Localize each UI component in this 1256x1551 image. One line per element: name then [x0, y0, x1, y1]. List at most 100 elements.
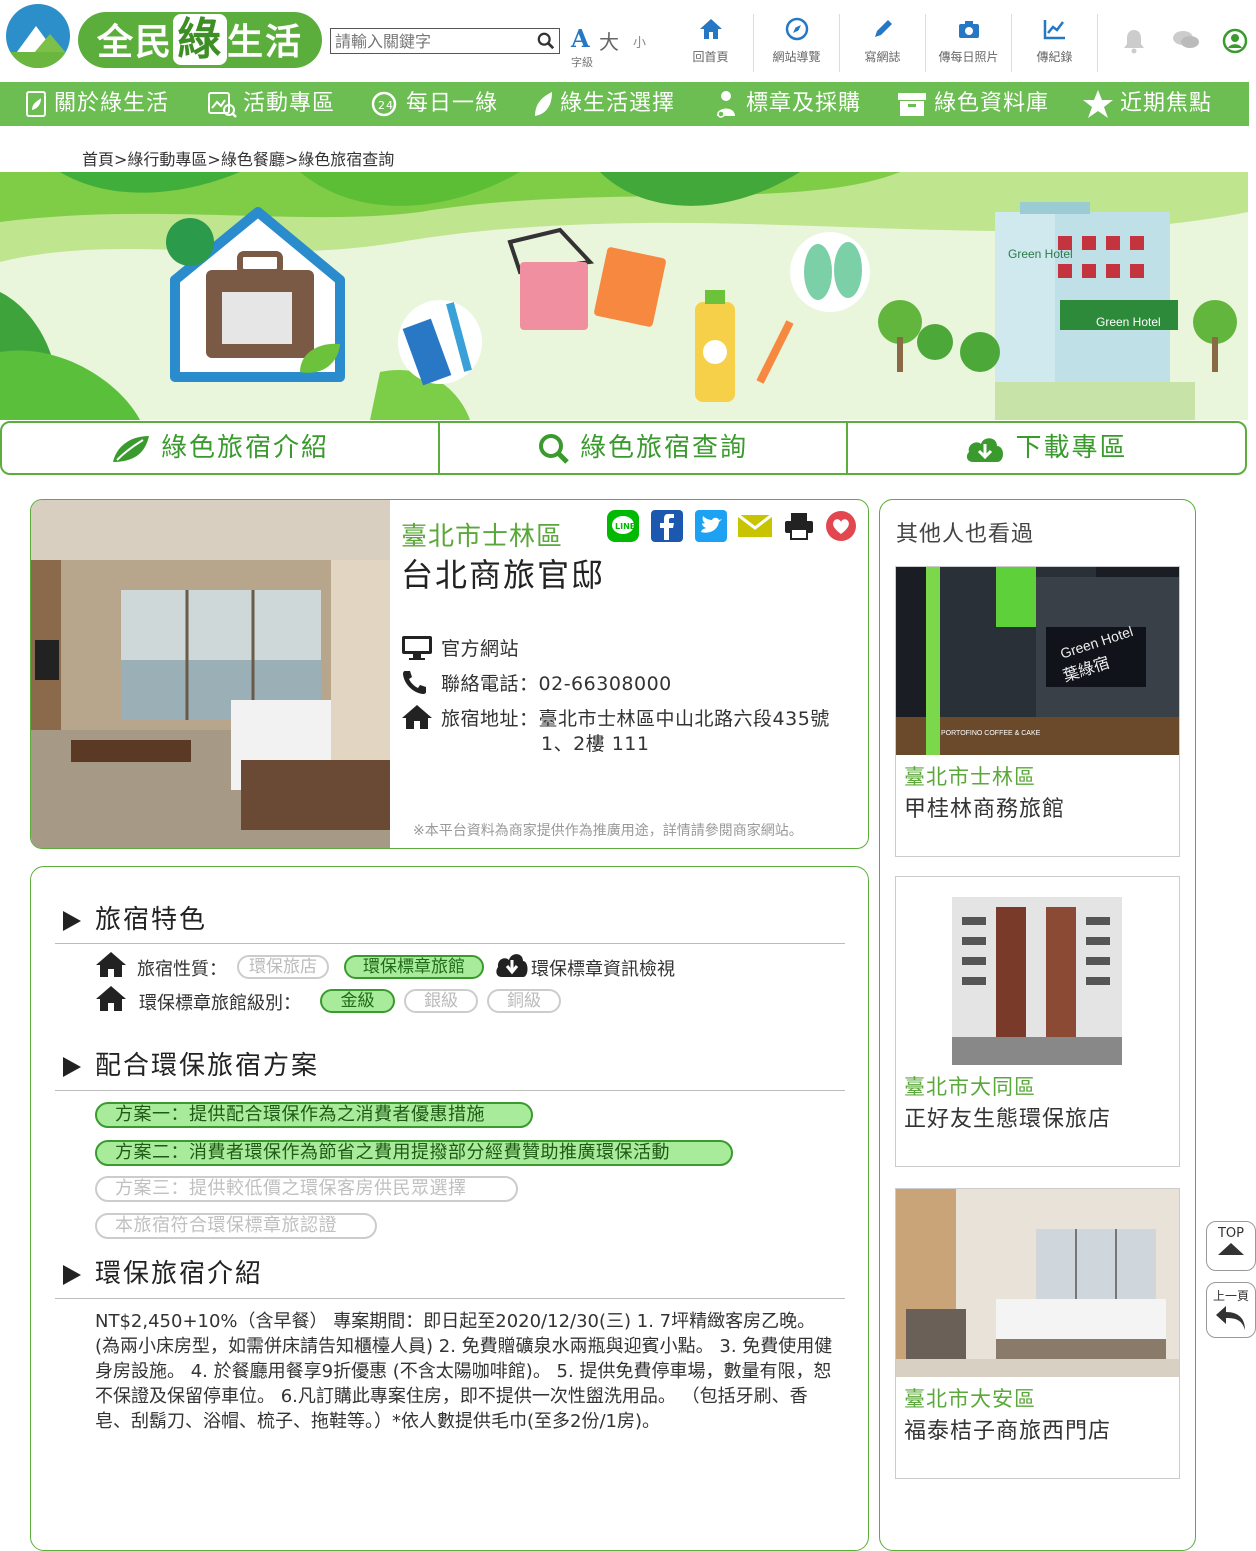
tool-home[interactable]: 回首頁: [668, 14, 754, 72]
undo-icon: [1216, 1306, 1245, 1330]
nav-about[interactable]: 關於綠生活: [24, 82, 169, 126]
related-hotel-district: 臺北市大安區: [904, 1387, 1036, 1411]
divider: [55, 1090, 845, 1091]
nav-label-purchase[interactable]: 標章及採購: [712, 82, 861, 126]
home-icon: [402, 705, 432, 729]
bell-icon[interactable]: [1122, 28, 1146, 54]
nav-activities[interactable]: 活動專區: [207, 82, 335, 126]
brand-wordmark[interactable]: 全民綠 生活: [78, 12, 322, 68]
activity-icon: [208, 92, 237, 118]
related-hotel-photo: Green Hotel 葉綠宿 PORTOFINO COFFEE & CAKE: [896, 567, 1179, 755]
type-eco-label-hotel: 環保標章旅館: [344, 955, 484, 979]
intro-heading: 環保旅宿介紹: [63, 1253, 263, 1290]
search-input[interactable]: [331, 29, 527, 53]
type-eco-hotel: 環保旅店: [237, 955, 329, 979]
pencil-icon: [874, 20, 892, 37]
home-icon: [699, 19, 722, 39]
related-hotel-photo: [896, 1189, 1179, 1377]
chart-icon: [1043, 20, 1065, 40]
related-hotel-photo: [896, 877, 1179, 1065]
related-hotel-card[interactable]: 臺北市大同區 正好友生態環保旅店: [895, 876, 1180, 1167]
svg-text:LINE: LINE: [615, 522, 635, 531]
divider: [55, 1298, 845, 1299]
tool-upload-record[interactable]: 傳紀錄: [1012, 14, 1098, 72]
related-hotel-name[interactable]: 甲桂林商務旅館: [904, 791, 1065, 823]
back-to-top-button[interactable]: TOP: [1206, 1221, 1256, 1271]
favorite-icon[interactable]: [825, 510, 857, 542]
triangle-icon: [63, 1056, 81, 1077]
tab-green-hotel-intro[interactable]: 綠色旅宿介紹: [2, 423, 440, 473]
related-hotel-district: 臺北市士林區: [904, 765, 1036, 789]
hotel-type-label: 旅宿性質：: [137, 959, 227, 980]
related-hotel-card[interactable]: Green Hotel 葉綠宿 PORTOFINO COFFEE & CAKE …: [895, 566, 1180, 857]
camera-icon: [958, 21, 979, 38]
nav-green-database[interactable]: 綠色資料庫: [896, 82, 1049, 126]
nav-recent-focus[interactable]: 近期焦點: [1082, 82, 1212, 126]
chat-icon[interactable]: [1172, 28, 1200, 52]
hotel-room-photo: [31, 500, 390, 848]
previous-page-button[interactable]: 上一頁: [1206, 1282, 1256, 1338]
user-icon[interactable]: [1222, 28, 1248, 54]
related-hotel-name[interactable]: 正好友生態環保旅店: [904, 1101, 1111, 1133]
tab-download[interactable]: 下載專區: [848, 423, 1245, 473]
cloud-download-icon: [967, 437, 1004, 462]
level-gold: 金級: [320, 989, 395, 1013]
archive-box-icon: [898, 93, 926, 116]
line-icon[interactable]: LINE: [607, 510, 639, 542]
address-line-1: 臺北市士林區中山北路六段435號: [538, 708, 830, 730]
address-line-2: 1、2樓 111: [541, 733, 650, 755]
svg-text:PORTOFINO COFFEE & CAKE: PORTOFINO COFFEE & CAKE: [941, 730, 1041, 737]
search-icon: [538, 433, 569, 464]
font-size-small-button[interactable]: 小: [633, 32, 646, 51]
eco-level-label: 環保標章旅館級別：: [139, 993, 301, 1014]
related-hotel-card[interactable]: 臺北市大安區 福泰桔子商旅西門店: [895, 1188, 1180, 1479]
search-box: [330, 28, 560, 54]
disclaimer-note: ※本平台資料為商家提供作為推廣用途，詳情請參閱商家網站。: [413, 823, 803, 839]
plan-1: 方案一：提供配合環保作為之消費者優惠措施: [95, 1102, 533, 1128]
phone-icon: [403, 671, 426, 694]
sidebar-title: 其他人也看過: [896, 522, 1035, 547]
font-size-label: 字級: [571, 56, 593, 69]
facebook-icon[interactable]: [651, 510, 683, 542]
phone-number[interactable]: 02-66308000: [539, 673, 672, 695]
hotel-name: 台北商旅官邸: [401, 556, 606, 594]
site-logo[interactable]: [6, 4, 70, 68]
address-label: 旅宿地址：: [441, 708, 539, 730]
font-size-control: A 大 小 字級: [571, 24, 651, 70]
star-icon: [1083, 90, 1113, 118]
email-icon[interactable]: [737, 510, 773, 542]
search-icon[interactable]: [537, 32, 555, 50]
hotel-detail-panel: 旅宿特色 旅宿性質： 環保旅店 環保標章旅館 環保標章資訊檢視 環保標章旅館級別…: [30, 866, 869, 1551]
home-icon: [96, 986, 126, 1011]
hero-banner: Green Hotel Green Hotel: [0, 172, 1248, 420]
plans-heading: 配合環保旅宿方案: [63, 1045, 319, 1082]
hotel-district: 臺北市士林區: [401, 522, 564, 552]
hotel-info-card: 臺北市士林區 台北商旅官邸 LINE 官方網站 聯絡電話：02-66308000…: [30, 499, 869, 849]
tool-upload-photo[interactable]: 傳每日照片: [926, 14, 1012, 72]
arrow-up-icon: [1218, 1243, 1244, 1255]
level-bronze: 銅級: [487, 989, 561, 1013]
tool-write-blog[interactable]: 寫網誌: [840, 14, 926, 72]
monitor-icon: [402, 636, 432, 660]
tool-site-guide[interactable]: 網站導覽: [754, 14, 840, 72]
site-header: 全民綠生活 A 大 小 字級 回首頁 網站導覽 寫網誌 傳每日照片 傳紀錄: [0, 0, 1256, 82]
plan-certified: 本旅宿符合環保標章旅認證: [95, 1213, 377, 1239]
section-tabs: 綠色旅宿介紹 綠色旅宿查詢 下載專區: [0, 421, 1247, 475]
cloud-download-icon: [496, 954, 528, 977]
phone-label: 聯絡電話：: [441, 673, 539, 695]
features-heading: 旅宿特色: [63, 899, 207, 936]
nav-daily-green[interactable]: 24 每日一綠: [370, 82, 498, 126]
nav-green-choice[interactable]: 綠生活選擇: [532, 82, 675, 126]
related-hotel-name[interactable]: 福泰桔子商旅西門店: [904, 1413, 1111, 1445]
font-size-large-button[interactable]: 大: [599, 26, 619, 55]
home-icon: [96, 952, 126, 977]
print-icon[interactable]: [783, 510, 815, 542]
font-size-a: A: [571, 24, 590, 53]
tab-green-hotel-search[interactable]: 綠色旅宿查詢: [440, 423, 848, 473]
breadcrumb[interactable]: 首頁>綠行動專區>綠色餐廳>綠色旅宿查詢: [82, 146, 394, 170]
document-leaf-icon: [26, 91, 46, 117]
twitter-icon[interactable]: [695, 510, 727, 542]
related-sidebar: 其他人也看過 Green Hotel 葉綠宿 PORTOFINO COFFEE …: [879, 499, 1196, 1551]
triangle-icon: [63, 910, 81, 931]
website-link[interactable]: 官方網站: [441, 634, 519, 661]
